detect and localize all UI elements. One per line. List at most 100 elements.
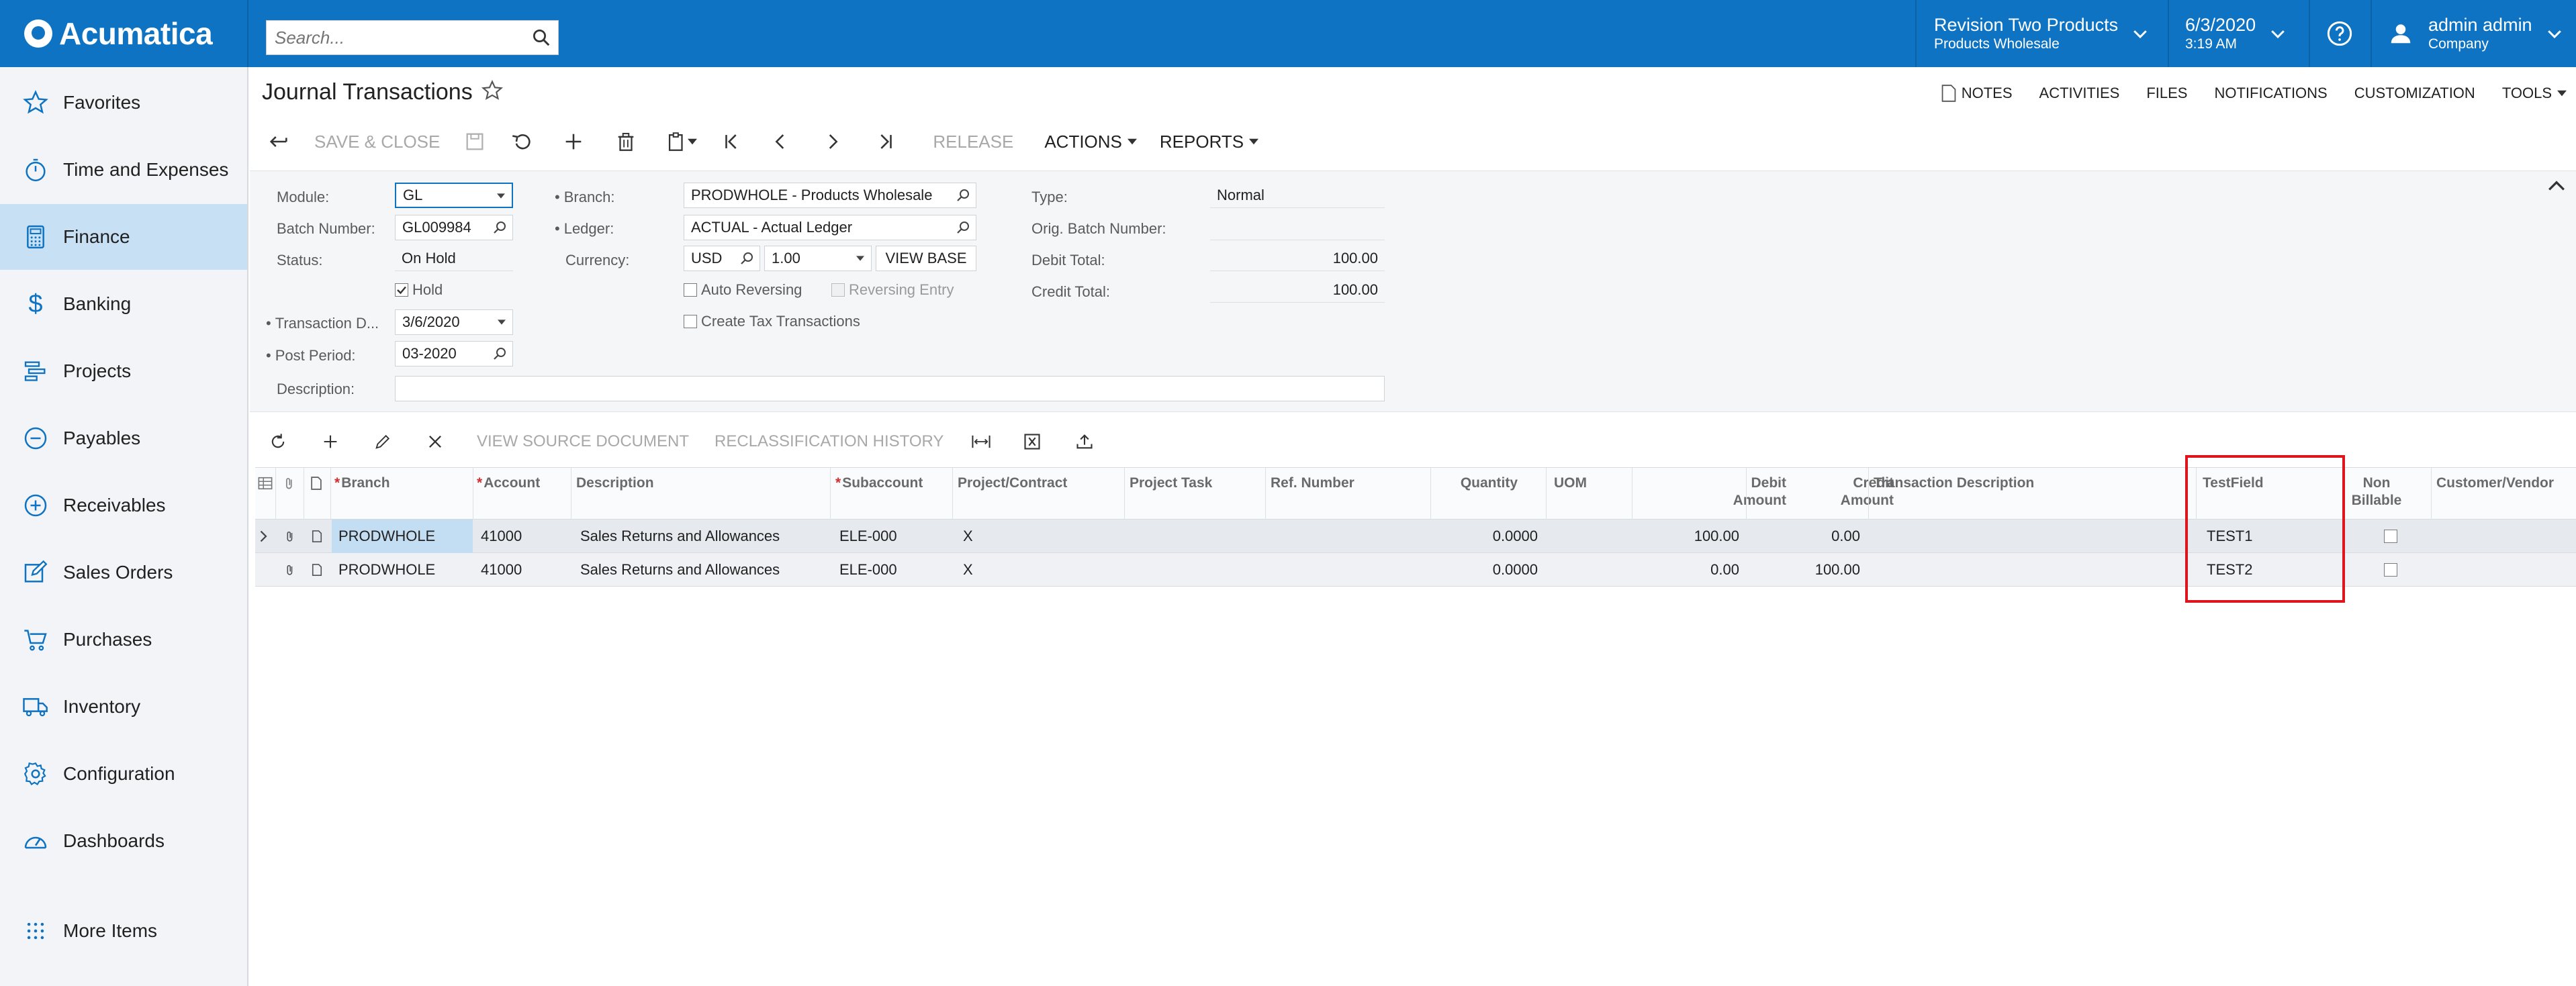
reclassification-history-button[interactable]: RECLASSIFICATION HISTORY [715,427,944,456]
delete-row-button[interactable] [426,427,450,456]
date-selector[interactable]: 6/3/2020 3:19 AM [2185,0,2288,67]
cell-account[interactable]: 41000 [481,553,522,587]
reports-menu[interactable]: REPORTS [1160,125,1259,158]
view-source-document-button[interactable]: VIEW SOURCE DOCUMENT [477,427,689,456]
search-icon[interactable] [956,187,972,203]
sidebar-item-time-and-expenses[interactable]: Time and Expenses [0,137,247,203]
cell-branch[interactable]: PRODWHOLE [332,553,473,587]
edit-row-button[interactable] [373,427,398,456]
description-input[interactable] [395,376,1385,401]
sidebar-item-configuration[interactable]: Configuration [0,741,247,807]
column-header-ref-number[interactable]: Ref. Number [1271,475,1354,492]
note-icon[interactable] [310,562,324,577]
sidebar-item-inventory[interactable]: Inventory [0,674,247,740]
next-record-button[interactable] [807,125,859,158]
currency-rate-select[interactable]: 1.00 [764,246,872,271]
sidebar-item-favorites[interactable]: Favorites [0,70,247,136]
column-header-subaccount[interactable]: *Subaccount [835,475,923,492]
view-base-button[interactable]: VIEW BASE [876,246,976,271]
grid-settings-icon[interactable] [258,476,273,491]
cell-subaccount[interactable]: ELE-000 [839,520,897,553]
save-button[interactable] [455,125,495,158]
batch-number-selector[interactable]: GL009984 [395,215,513,240]
acumatica-logo[interactable]: Acumatica [24,16,213,51]
company-selector[interactable]: Revision Two Products Products Wholesale [1934,0,2150,67]
activities-link[interactable]: ACTIVITIES [2039,85,2120,102]
help-button[interactable] [2326,0,2353,67]
transaction-date-picker[interactable]: 3/6/2020 [395,309,513,335]
module-select[interactable]: GL [395,183,513,208]
customization-link[interactable]: CUSTOMIZATION [2354,85,2475,102]
copy-paste-menu[interactable] [652,125,710,158]
cell-quantity[interactable]: 0.0000 [1437,553,1538,587]
cell-quantity[interactable]: 0.0000 [1437,520,1538,553]
sidebar-item-dashboards[interactable]: Dashboards [0,808,247,874]
reversing-entry-checkbox[interactable]: Reversing Entry [831,281,954,299]
cell-description[interactable]: Sales Returns and Allowances [580,520,780,553]
cell-project[interactable]: X [963,553,973,587]
cell-description[interactable]: Sales Returns and Allowances [580,553,780,587]
sidebar-item-more-items[interactable]: More Items [0,898,247,964]
sidebar-item-sales-orders[interactable]: Sales Orders [0,540,247,605]
cell-account[interactable]: 41000 [481,520,522,553]
add-row-button[interactable] [321,427,345,456]
cancel-button[interactable] [495,125,547,158]
search-input[interactable] [267,21,522,54]
attachment-icon[interactable] [283,562,297,577]
column-header-transaction-description[interactable]: Transaction Description [1874,475,2034,492]
search-icon[interactable] [492,219,508,236]
column-header-credit-amount[interactable]: Credit Amount [1753,475,1894,509]
sidebar-item-receivables[interactable]: Receivables [0,473,247,538]
export-excel-button[interactable] [1023,427,1050,456]
refresh-button[interactable] [269,427,293,456]
column-header-branch[interactable]: *Branch [334,475,390,492]
sidebar-item-projects[interactable]: Projects [0,338,247,404]
search-icon[interactable] [956,219,972,236]
currency-selector[interactable]: USD [684,246,760,271]
search-icon[interactable] [492,346,508,362]
cell-credit-amount[interactable]: 100.00 [1753,553,1860,587]
search-box[interactable] [266,20,559,55]
files-link[interactable]: FILES [2146,85,2187,102]
column-header-description[interactable]: Description [576,475,654,492]
sidebar-item-payables[interactable]: Payables [0,405,247,471]
branch-selector[interactable]: PRODWHOLE - Products Wholesale [684,183,976,208]
add-button[interactable] [547,125,600,158]
note-icon[interactable] [310,529,324,544]
last-record-button[interactable] [859,125,911,158]
tools-menu[interactable]: TOOLS [2502,85,2567,102]
release-button[interactable]: RELEASE [933,125,1013,158]
column-header-project[interactable]: Project/Contract [958,475,1067,492]
ledger-selector[interactable]: ACTUAL - Actual Ledger [684,215,976,240]
cell-debit-amount[interactable]: 100.00 [1639,520,1739,553]
cell-credit-amount[interactable]: 0.00 [1753,520,1860,553]
fit-columns-button[interactable] [970,427,997,456]
search-icon[interactable] [739,250,755,266]
column-header-account[interactable]: *Account [477,475,540,492]
user-menu[interactable]: admin admin Company [2388,0,2565,67]
delete-button[interactable] [600,125,652,158]
first-record-button[interactable] [710,125,754,158]
back-button[interactable] [262,125,295,158]
hold-checkbox[interactable]: Hold [395,281,443,299]
attachment-icon[interactable] [283,529,297,544]
previous-record-button[interactable] [754,125,807,158]
collapse-chevron-icon[interactable] [2548,179,2565,191]
sidebar-item-banking[interactable]: $ Banking [0,271,247,337]
column-header-quantity[interactable]: Quantity [1437,475,1518,492]
search-icon[interactable] [531,28,551,48]
actions-menu[interactable]: ACTIONS [1044,125,1137,158]
row-selector-chevron-icon[interactable] [259,530,269,542]
create-tax-checkbox[interactable]: Create Tax Transactions [684,313,860,330]
save-close-button[interactable]: SAVE & CLOSE [314,125,440,158]
column-header-customer-vendor[interactable]: Customer/Vendor [2436,475,2554,492]
cell-branch[interactable]: PRODWHOLE [332,520,473,553]
cell-debit-amount[interactable]: 0.00 [1639,553,1739,587]
upload-button[interactable] [1075,427,1102,456]
cell-non-billable[interactable] [2384,520,2397,553]
cell-subaccount[interactable]: ELE-000 [839,553,897,587]
auto-reversing-checkbox[interactable]: Auto Reversing [684,281,802,299]
notes-link[interactable]: NOTES [1941,85,2013,102]
favorite-star-icon[interactable] [481,79,504,102]
post-period-selector[interactable]: 03-2020 [395,341,513,366]
